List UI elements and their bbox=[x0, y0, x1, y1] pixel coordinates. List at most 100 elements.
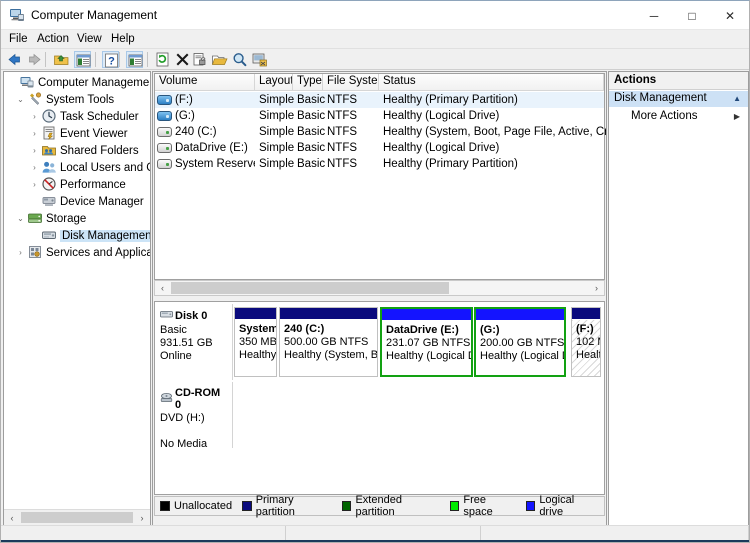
partition-block[interactable]: DataDrive (E:) 231.07 GB NTFS Healthy (Log… bbox=[380, 307, 473, 377]
tree-item-services-and-applications[interactable]: › Services and Applications bbox=[14, 244, 150, 261]
disk-info-panel[interactable]: CD-ROM 0 DVD (H:) No Media bbox=[155, 382, 233, 450]
volume-scroll-left-arrow[interactable]: ‹ bbox=[155, 281, 170, 295]
menu-action[interactable]: Action bbox=[35, 33, 71, 45]
tree-item-device-manager[interactable]: Device Manager bbox=[28, 193, 144, 210]
disk-name-row: CD-ROM 0 bbox=[160, 387, 228, 411]
storage-icon bbox=[27, 210, 44, 227]
computer-management-icon bbox=[9, 7, 25, 23]
show-hide-console-tree-icon[interactable] bbox=[74, 51, 91, 68]
volume-column-layout[interactable]: Layout bbox=[255, 74, 293, 90]
disk-legend: Unallocated Primary partition Extended par… bbox=[154, 494, 605, 518]
disk-info-panel[interactable]: Disk 0 Basic 931.51 GB Online bbox=[155, 304, 233, 380]
device-manager-icon bbox=[41, 193, 58, 210]
tree-item-event-viewer[interactable]: › Event Viewer bbox=[28, 125, 128, 142]
volume-fs-cell: NTFS bbox=[327, 94, 358, 106]
export-list-icon[interactable] bbox=[211, 51, 228, 68]
volume-list-header: VolumeLayoutTypeFile SystemStatus bbox=[155, 74, 604, 91]
refresh-icon[interactable] bbox=[154, 51, 171, 68]
volume-type-cell: Basic bbox=[297, 94, 326, 106]
partition-block[interactable]: 240 (C:)500.00 GB NTFSHealthy (System, B… bbox=[279, 307, 378, 377]
chevron-right-icon[interactable]: › bbox=[28, 108, 41, 125]
volume-column-file-system[interactable]: File System bbox=[323, 74, 379, 90]
chevron-right-icon[interactable]: › bbox=[28, 125, 41, 142]
delete-icon[interactable] bbox=[174, 51, 191, 68]
disk-row[interactable]: Disk 0 Basic 931.51 GB Online System 350 MB He… bbox=[155, 304, 604, 380]
actions-section-disk-management[interactable]: Disk Management ▲ bbox=[609, 91, 748, 107]
chevron-down-icon[interactable]: ⌄ bbox=[14, 210, 27, 227]
actions-item-more-actions[interactable]: More Actions ▶ bbox=[609, 108, 748, 125]
properties-icon[interactable] bbox=[191, 51, 208, 68]
search-icon[interactable] bbox=[231, 51, 248, 68]
table-row[interactable]: DataDrive (E:) Simple Basic NTFS Healthy (Lo… bbox=[155, 140, 604, 156]
help-icon[interactable]: ? bbox=[102, 51, 119, 68]
volume-name-label: 240 (C:) bbox=[175, 126, 217, 138]
status-segment-1 bbox=[1, 526, 286, 541]
menu-help[interactable]: Help bbox=[109, 33, 137, 45]
partition-status: Healthy (Logical Dri bbox=[386, 350, 471, 362]
partition-block[interactable]: System 350 MB Healthy bbox=[234, 307, 277, 377]
volume-name-cell: System Reserved (D:) bbox=[155, 156, 255, 172]
tree-item-local-users-and-groups[interactable]: › Local Users and Groups bbox=[28, 159, 150, 176]
back-arrow-icon[interactable] bbox=[6, 51, 23, 68]
partition-block[interactable]: (F:)102 MHealth bbox=[571, 307, 601, 377]
volume-fs-cell: NTFS bbox=[327, 158, 358, 170]
partition-status: Healthy (System, Boot bbox=[284, 349, 377, 361]
volume-scroll-right-arrow[interactable]: › bbox=[589, 281, 604, 295]
tree-scroll-thumb[interactable] bbox=[21, 512, 133, 523]
table-row[interactable]: (F:) Simple Basic NTFS Healthy (Primary Part… bbox=[155, 92, 604, 108]
volume-fs-cell: NTFS bbox=[327, 126, 358, 138]
toolbar: ? bbox=[1, 49, 749, 70]
tree-scroll-right-arrow[interactable]: › bbox=[134, 510, 150, 525]
disk-partition-track bbox=[234, 385, 602, 445]
minimize-button[interactable]: ─ bbox=[635, 1, 673, 30]
volume-type-cell: Basic bbox=[297, 126, 326, 138]
close-button[interactable]: ✕ bbox=[711, 1, 749, 30]
maximize-button[interactable]: □ bbox=[673, 1, 711, 30]
partition-label: 240 (C:) bbox=[284, 323, 325, 335]
toolbar-separator-1 bbox=[45, 52, 46, 67]
table-row[interactable]: System Reserved (D:) SimpleBasicNTFS Healt… bbox=[155, 156, 604, 172]
tree-item-task-scheduler[interactable]: › Task Scheduler bbox=[28, 108, 139, 125]
partition-label: (F:) bbox=[576, 323, 594, 335]
tree-horizontal-scrollbar[interactable]: ‹ › bbox=[4, 509, 150, 525]
services-icon bbox=[27, 244, 44, 261]
menu-file[interactable]: File bbox=[7, 33, 30, 45]
tree-item-label: Storage bbox=[46, 212, 87, 225]
partition-block[interactable]: (G:)200.00 GB NTFSHealthy (Logical Dri bbox=[474, 307, 566, 377]
tree-item-shared-folders[interactable]: › Shared Folders bbox=[28, 142, 138, 159]
volume-scroll-thumb[interactable] bbox=[171, 282, 449, 294]
chevron-down-icon[interactable]: ⌄ bbox=[14, 91, 27, 108]
up-one-level-icon[interactable] bbox=[53, 51, 70, 68]
disk-size-label: 931.51 GB bbox=[160, 337, 213, 349]
tree-item-computer-management-local[interactable]: Computer Management (Local bbox=[6, 74, 150, 91]
tree-item-performance[interactable]: › Performance bbox=[28, 176, 126, 193]
chevron-right-icon[interactable]: › bbox=[28, 159, 41, 176]
volume-column-volume[interactable]: Volume bbox=[155, 74, 255, 90]
tree-item-disk-management[interactable]: Disk Management bbox=[28, 227, 150, 244]
table-row[interactable]: 240 (C:) Simple Basic NTFS Healthy (System, … bbox=[155, 124, 606, 140]
partition-size: 350 MB bbox=[239, 336, 276, 348]
disk-name-label: Disk 0 bbox=[175, 310, 208, 322]
table-row[interactable]: (G:) Simple Basic NTFS Healthy (Logical Driv… bbox=[155, 108, 604, 124]
partition-status: Healthy bbox=[239, 349, 276, 361]
tree-item-storage[interactable]: ⌄ Storage bbox=[14, 210, 86, 227]
chevron-right-icon[interactable]: › bbox=[28, 142, 41, 159]
forward-arrow-icon[interactable] bbox=[26, 51, 43, 68]
partition-size: 500.00 GB NTFS bbox=[284, 336, 369, 348]
volume-list: VolumeLayoutTypeFile SystemStatus (F:) Si… bbox=[154, 73, 606, 280]
chevron-right-icon[interactable]: › bbox=[28, 176, 41, 193]
volume-column-status[interactable]: Status bbox=[379, 74, 604, 90]
volume-list-horizontal-scrollbar[interactable]: ‹ › bbox=[154, 280, 605, 296]
menu-view[interactable]: View bbox=[75, 33, 104, 45]
volume-layout-cell: Simple bbox=[259, 142, 295, 154]
chevron-right-icon[interactable]: › bbox=[14, 244, 27, 261]
drive-icon bbox=[157, 111, 172, 121]
show-hide-action-pane-icon[interactable] bbox=[126, 51, 143, 68]
rescan-disks-icon[interactable] bbox=[251, 51, 268, 68]
partition-color-bar bbox=[476, 309, 564, 320]
volume-column-type[interactable]: Type bbox=[293, 74, 323, 90]
volume-name-label: DataDrive (E:) bbox=[175, 142, 248, 154]
disk-row[interactable]: CD-ROM 0 DVD (H:) No Media bbox=[155, 382, 604, 450]
tree-item-system-tools[interactable]: ⌄ System Tools bbox=[14, 91, 114, 108]
tree-scroll-left-arrow[interactable]: ‹ bbox=[4, 510, 20, 525]
